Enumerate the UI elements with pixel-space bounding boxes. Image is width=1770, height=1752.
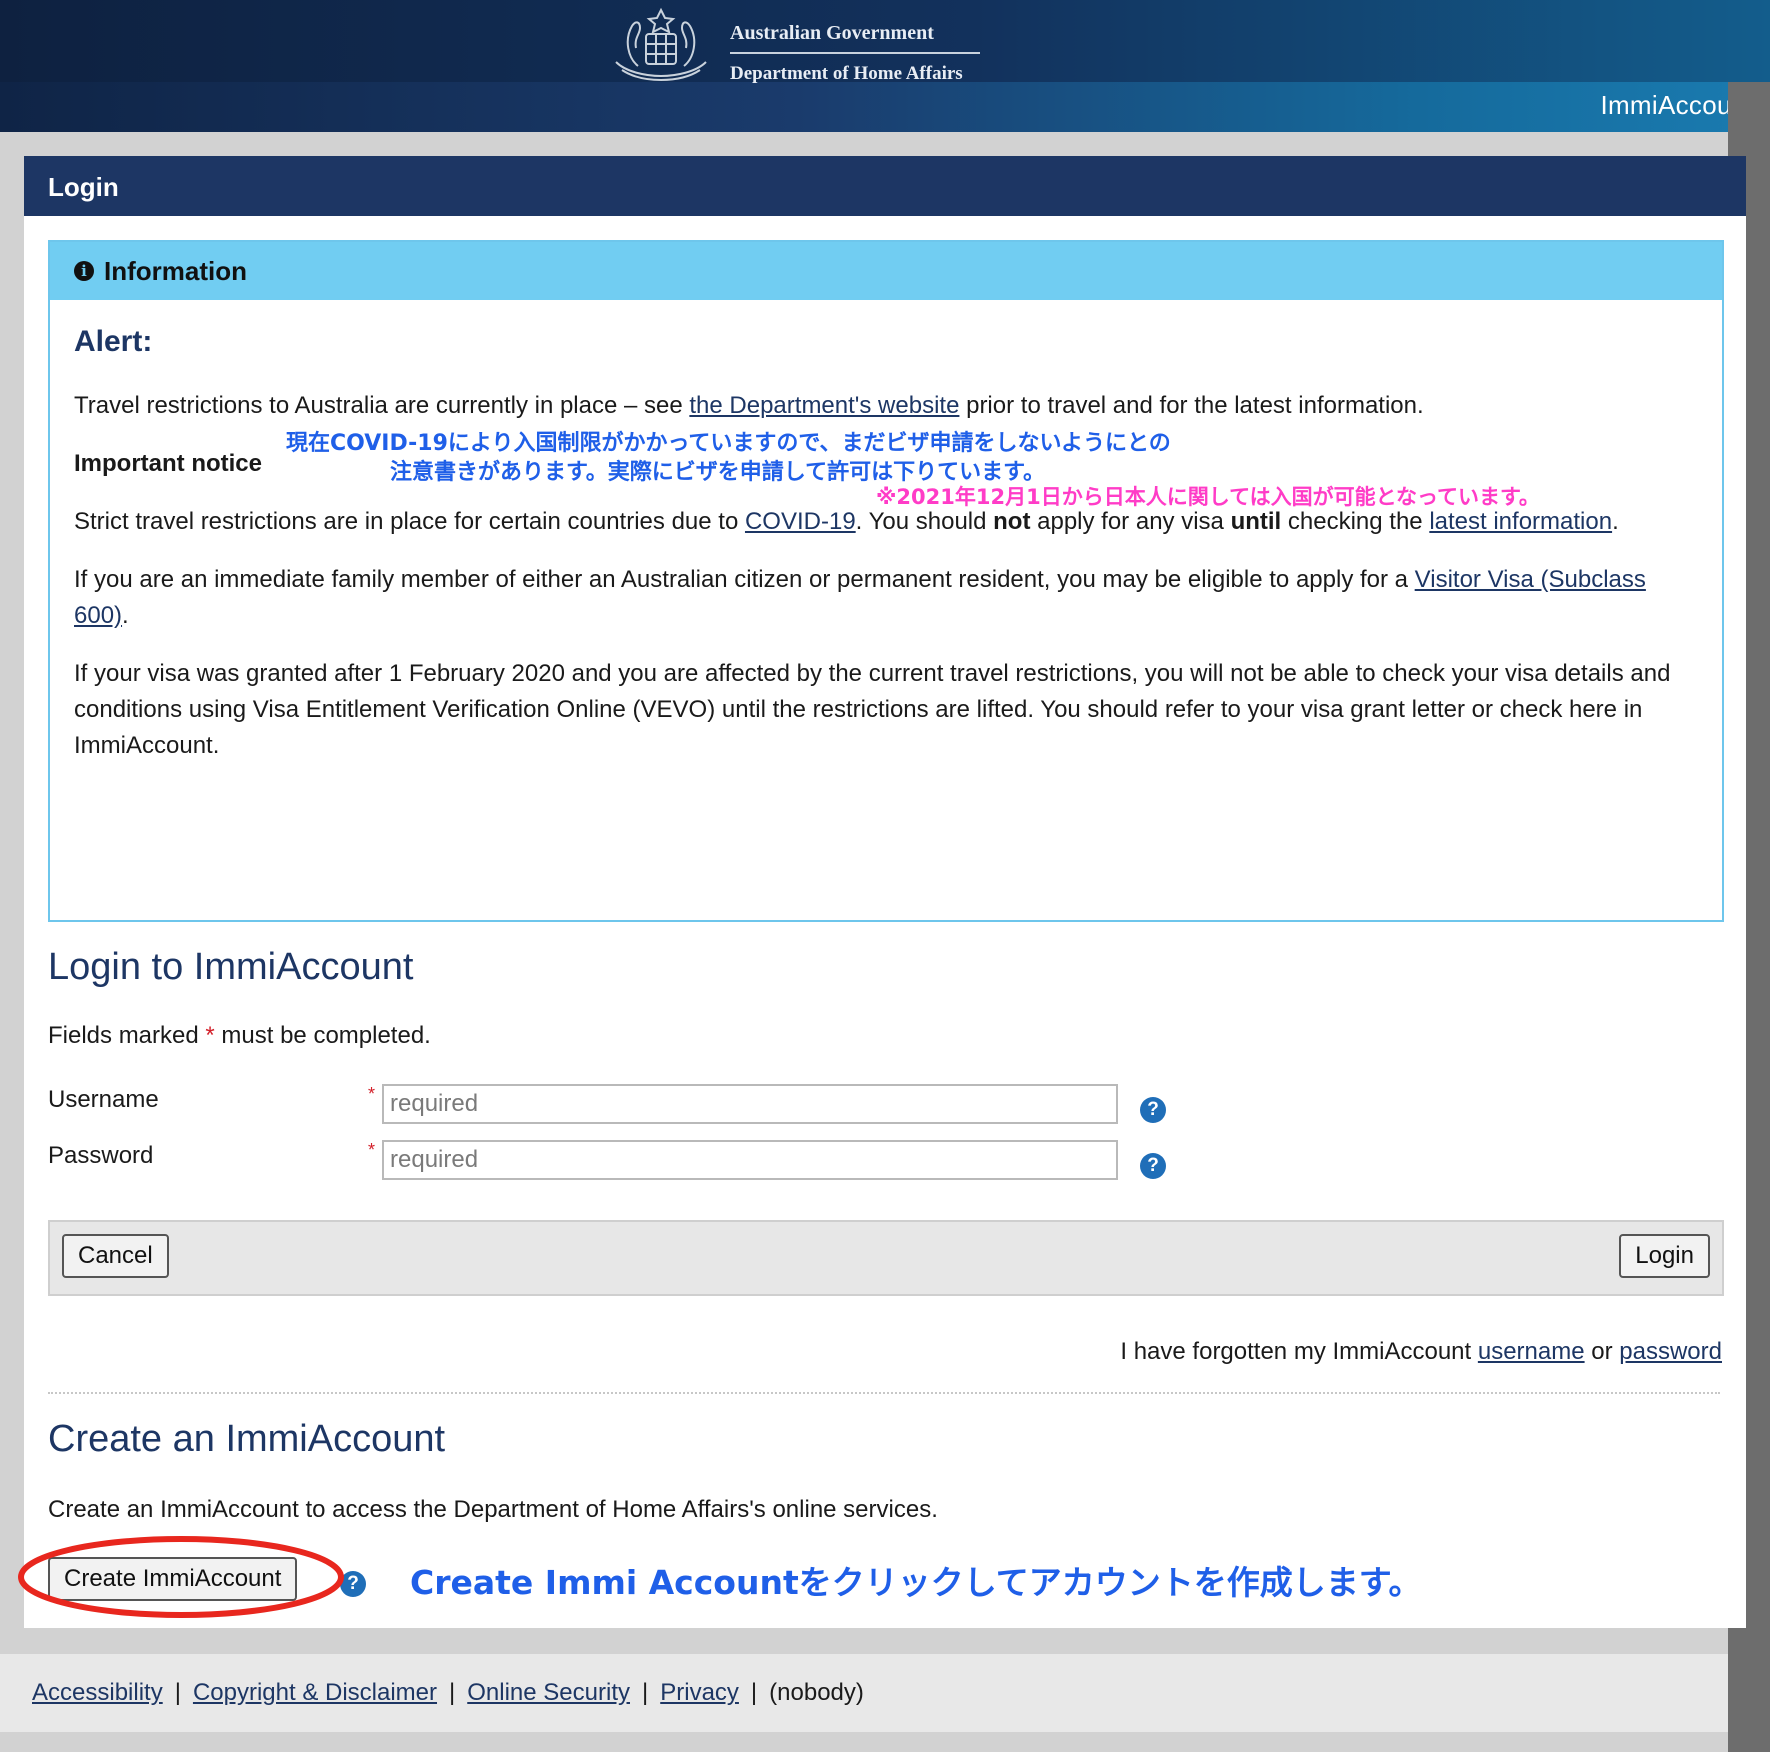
information-body: Alert: Travel restrictions to Australia …	[50, 300, 1722, 764]
p2-text: Strict travel restrictions are in place …	[74, 508, 745, 535]
footer-link-accessibility[interactable]: Accessibility	[32, 1679, 163, 1707]
panel-title: Login	[24, 156, 1746, 216]
username-help-icon[interactable]: ?	[1140, 1097, 1166, 1123]
username-input[interactable]	[382, 1084, 1118, 1124]
password-help-icon[interactable]: ?	[1140, 1153, 1166, 1179]
alert-title: Alert:	[74, 325, 153, 358]
required-star: *	[205, 1022, 215, 1049]
password-required-star: *	[368, 1140, 376, 1160]
footer-separator: |	[174, 1679, 181, 1706]
forgot-or: or	[1584, 1338, 1620, 1365]
department-website-link[interactable]: the Department's website	[689, 392, 959, 419]
p1-text-end: prior to travel and for the latest infor…	[959, 392, 1424, 419]
note-text-end: must be completed.	[214, 1022, 431, 1049]
footer-link-privacy[interactable]: Privacy	[660, 1679, 739, 1707]
note-text: Fields marked	[48, 1022, 206, 1049]
department-name: Department of Home Affairs	[730, 63, 963, 84]
information-box: i Information Alert: Travel restrictions…	[48, 240, 1724, 922]
create-description: Create an ImmiAccount to access the Depa…	[48, 1496, 938, 1523]
p2-text-end: .	[1612, 508, 1619, 535]
footer-link-online-security[interactable]: Online Security	[467, 1679, 630, 1707]
create-section-title: Create an ImmiAccount	[48, 1418, 446, 1460]
alert-paragraph-1: Travel restrictions to Australia are cur…	[74, 388, 1698, 424]
alert-paragraph-3: If you are an immediate family member of…	[74, 562, 1698, 634]
footer-separator: |	[750, 1679, 758, 1706]
info-icon: i	[74, 261, 94, 281]
footer-user-status: (nobody)	[769, 1679, 864, 1706]
forgot-password-link[interactable]: password	[1619, 1338, 1722, 1365]
cancel-button[interactable]: Cancel	[62, 1234, 169, 1278]
jp-annotation-pink: ※2021年12月1日から日本人に関しては入国が可能となっています。	[876, 485, 1540, 509]
alert-paragraph-4: If your visa was granted after 1 Februar…	[74, 660, 1671, 759]
forgot-credentials: I have forgotten my ImmiAccount username…	[1120, 1338, 1722, 1366]
footer-link-copyright[interactable]: Copyright & Disclaimer	[193, 1679, 437, 1707]
section-divider	[48, 1392, 1720, 1394]
login-button[interactable]: Login	[1619, 1234, 1710, 1278]
forgot-text: I have forgotten my ImmiAccount	[1120, 1338, 1478, 1365]
footer-separator: |	[449, 1679, 456, 1706]
create-immiaccount-button[interactable]: Create ImmiAccount	[48, 1557, 298, 1601]
information-title: Information	[104, 255, 247, 286]
username-required-star: *	[368, 1084, 376, 1104]
government-logo-text: Australian Government Department of Home…	[730, 22, 980, 85]
p1-text: Travel restrictions to Australia are cur…	[74, 392, 690, 419]
username-label: Username	[48, 1086, 159, 1113]
password-input[interactable]	[382, 1140, 1118, 1180]
login-panel: Login i Information Alert: Travel restri…	[24, 156, 1746, 1628]
create-help-icon[interactable]: ?	[340, 1571, 366, 1597]
gov-name: Australian Government	[730, 22, 980, 54]
form-button-bar: Cancel Login	[48, 1220, 1724, 1296]
jp-annotation-create: Create Immi Accountをクリックしてアカウントを作成します。	[410, 1563, 1422, 1602]
password-label: Password	[48, 1142, 154, 1169]
site-footer: Accessibility | Copyright & Disclaimer |…	[0, 1654, 1728, 1732]
login-section-title: Login to ImmiAccount	[48, 946, 414, 988]
p3-text-end: .	[122, 602, 129, 629]
coat-of-arms-icon	[615, 7, 707, 82]
required-fields-note: Fields marked * must be completed.	[48, 1022, 431, 1050]
information-header: i Information	[50, 242, 1722, 300]
p3-text: If you are an immediate family member of…	[74, 566, 1415, 593]
covid-19-link[interactable]: COVID-19	[745, 508, 856, 535]
forgot-username-link[interactable]: username	[1478, 1338, 1585, 1365]
site-header: Australian Government Department of Home…	[0, 0, 1770, 132]
footer-separator: |	[642, 1679, 649, 1706]
